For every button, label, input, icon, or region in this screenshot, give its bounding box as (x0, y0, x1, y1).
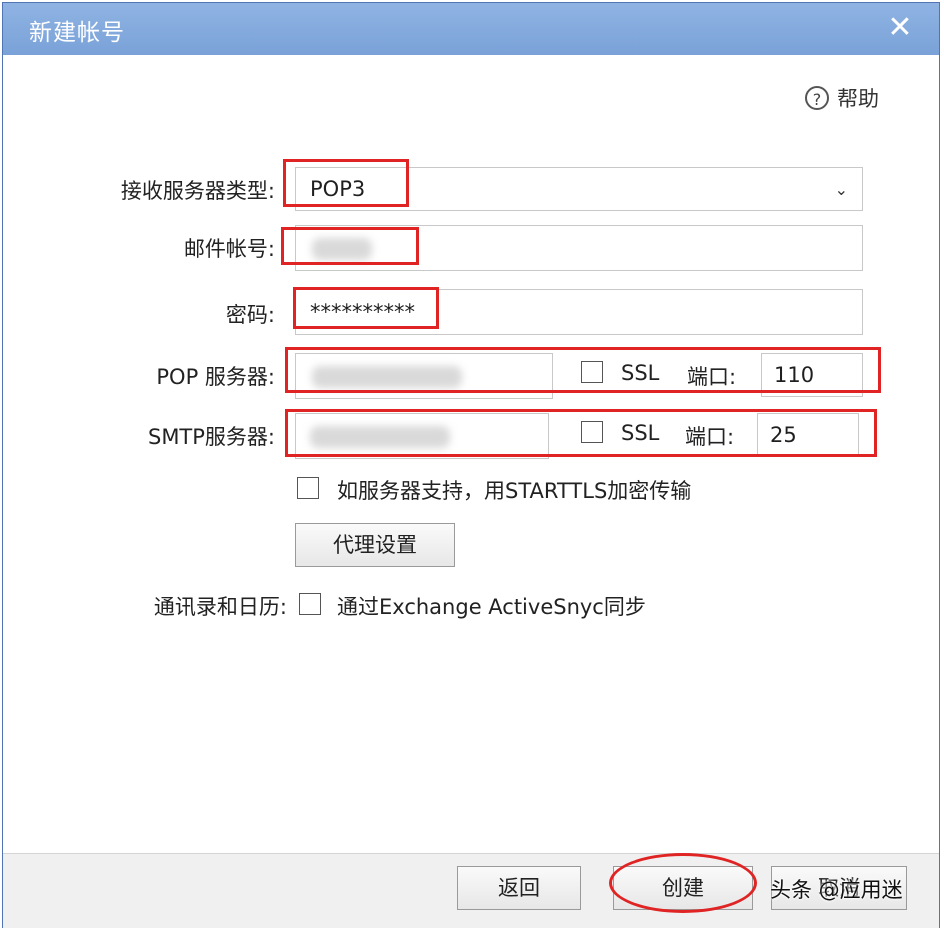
pop-server-label: POP 服务器: (156, 365, 275, 389)
pop-port-label: 端口: (687, 365, 737, 389)
server-type-label: 接收服务器类型: (120, 179, 275, 203)
smtp-server-label: SMTP服务器: (147, 425, 275, 449)
smtp-port-label: 端口: (685, 425, 735, 449)
smtp-server-input[interactable] (295, 413, 549, 459)
pop-server-input[interactable] (295, 353, 553, 399)
contacts-calendar-label: 通讯录和日历: (153, 595, 287, 619)
blurred-account-value (312, 238, 372, 260)
starttls-checkbox[interactable] (297, 477, 319, 499)
password-label: 密码: (225, 303, 275, 327)
activesync-label: 通过Exchange ActiveSnyc同步 (337, 595, 646, 619)
smtp-ssl-label: SSL (621, 421, 660, 445)
activesync-checkbox[interactable] (299, 593, 321, 615)
blurred-pop-server (312, 366, 462, 388)
smtp-port-value: 25 (770, 423, 797, 447)
pop-ssl-checkbox[interactable] (581, 361, 603, 383)
password-value: ********** (310, 300, 415, 324)
title-bar: 新建帐号 ✕ (3, 3, 939, 55)
chevron-down-icon: ⌄ (834, 180, 848, 199)
proxy-settings-button[interactable]: 代理设置 (295, 523, 455, 567)
smtp-port-input[interactable]: 25 (757, 413, 859, 457)
new-account-dialog: 新建帐号 ✕ ? 帮助 接收服务器类型: POP3 ⌄ 邮件帐号: 密码: **… (2, 2, 940, 928)
starttls-label: 如服务器支持，用STARTTLS加密传输 (337, 479, 692, 503)
back-button[interactable]: 返回 (457, 866, 581, 910)
dialog-title: 新建帐号 (29, 20, 125, 46)
watermark: 头条 @应用迷 (770, 878, 903, 902)
blurred-smtp-server (310, 426, 450, 448)
pop-ssl-label: SSL (621, 361, 660, 385)
pop-port-value: 110 (774, 363, 815, 387)
account-input[interactable] (295, 225, 863, 271)
help-icon: ? (805, 86, 829, 110)
create-button[interactable]: 创建 (613, 866, 753, 910)
server-type-select[interactable]: POP3 ⌄ (295, 167, 863, 211)
help-link[interactable]: ? 帮助 (805, 83, 879, 113)
pop-port-input[interactable]: 110 (761, 353, 863, 397)
account-label: 邮件帐号: (183, 237, 275, 261)
smtp-ssl-checkbox[interactable] (581, 421, 603, 443)
close-icon[interactable]: ✕ (883, 11, 917, 45)
help-label: 帮助 (837, 87, 879, 111)
password-input[interactable]: ********** (295, 289, 863, 335)
server-type-value: POP3 (310, 177, 366, 201)
